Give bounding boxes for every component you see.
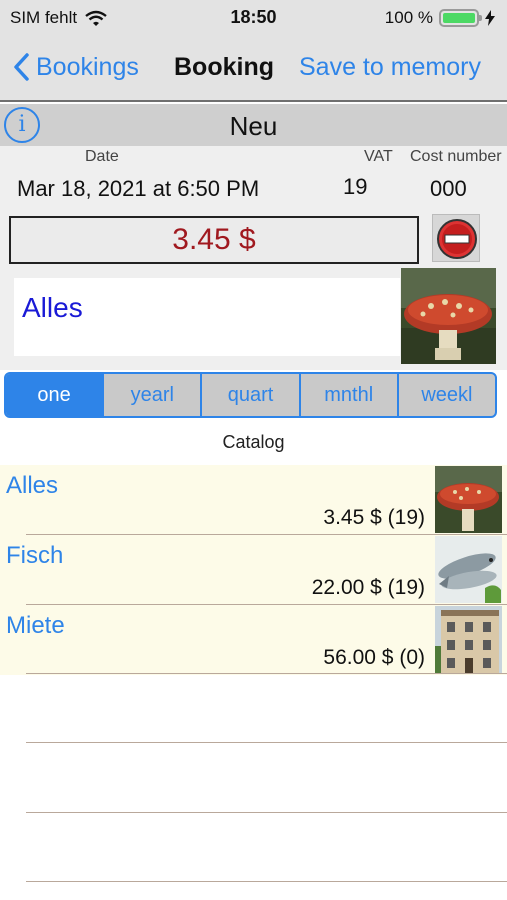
row-separator xyxy=(26,742,507,743)
stop-icon xyxy=(437,219,477,259)
vat-label: VAT xyxy=(364,148,393,165)
category-field[interactable]: Alles xyxy=(14,278,400,356)
amount-field[interactable]: 3.45 $ xyxy=(9,216,419,264)
item-name: Miete xyxy=(6,612,65,639)
item-price: 56.00 $ (0) xyxy=(323,646,425,669)
catalog-title: Catalog xyxy=(222,432,285,452)
section-header: i Neu xyxy=(0,104,507,146)
date-label: Date xyxy=(85,148,119,165)
battery-percent: 100 % xyxy=(384,8,433,27)
page-title: Booking xyxy=(174,53,274,81)
status-bar: SIM fehlt 18:50 100 % xyxy=(0,0,507,36)
section-title: Neu xyxy=(229,111,278,141)
frequency-option-mnthl[interactable]: mnthl xyxy=(298,374,397,416)
chevron-left-icon xyxy=(14,53,29,81)
list-item[interactable]: Fisch 22.00 $ (19) xyxy=(0,535,507,605)
charging-bolt-icon xyxy=(485,10,495,26)
back-label: Bookings xyxy=(36,52,139,81)
mushroom-thumbnail xyxy=(435,466,502,533)
row-separator xyxy=(26,673,507,674)
cost-number-field[interactable]: 000 xyxy=(430,176,467,202)
fish-thumbnail xyxy=(435,536,502,603)
category-value: Alles xyxy=(22,292,83,323)
booking-form: Date Mar 18, 2021 at 6:50 PM VAT 19 Cost… xyxy=(0,146,507,370)
row-separator xyxy=(26,812,507,813)
navigation-bar: Bookings Booking Save to memory xyxy=(0,36,507,102)
frequency-option-quart[interactable]: quart xyxy=(200,374,298,416)
back-button[interactable]: Bookings xyxy=(12,52,139,82)
battery-icon xyxy=(439,9,482,27)
app-screen: SIM fehlt 18:50 100 % Bookings Booking S… xyxy=(0,0,507,900)
category-image[interactable] xyxy=(401,268,496,364)
item-price: 22.00 $ (19) xyxy=(311,576,425,599)
frequency-segmented-control: one yearl quart mnthl weekl xyxy=(4,372,497,418)
list-item[interactable]: Alles 3.45 $ (19) xyxy=(0,465,507,535)
frequency-option-weekl[interactable]: weekl xyxy=(396,374,495,416)
item-name: Fisch xyxy=(6,542,64,569)
list-item[interactable]: Miete 56.00 $ (0) xyxy=(0,605,507,675)
item-price: 3.45 $ (19) xyxy=(323,506,425,529)
cost-number-label: Cost number xyxy=(410,148,502,165)
status-right: 100 % xyxy=(385,8,495,28)
row-separator xyxy=(26,881,507,882)
item-name: Alles xyxy=(6,472,59,499)
battery-level xyxy=(443,13,475,23)
date-field[interactable]: Mar 18, 2021 at 6:50 PM xyxy=(17,176,259,202)
frequency-option-yearl[interactable]: yearl xyxy=(102,374,200,416)
save-to-memory-button[interactable]: Save to memory xyxy=(299,53,481,82)
building-thumbnail xyxy=(435,606,502,673)
clear-amount-button[interactable] xyxy=(432,214,480,262)
vat-field[interactable]: 19 xyxy=(343,174,367,200)
frequency-option-one[interactable]: one xyxy=(6,374,103,416)
